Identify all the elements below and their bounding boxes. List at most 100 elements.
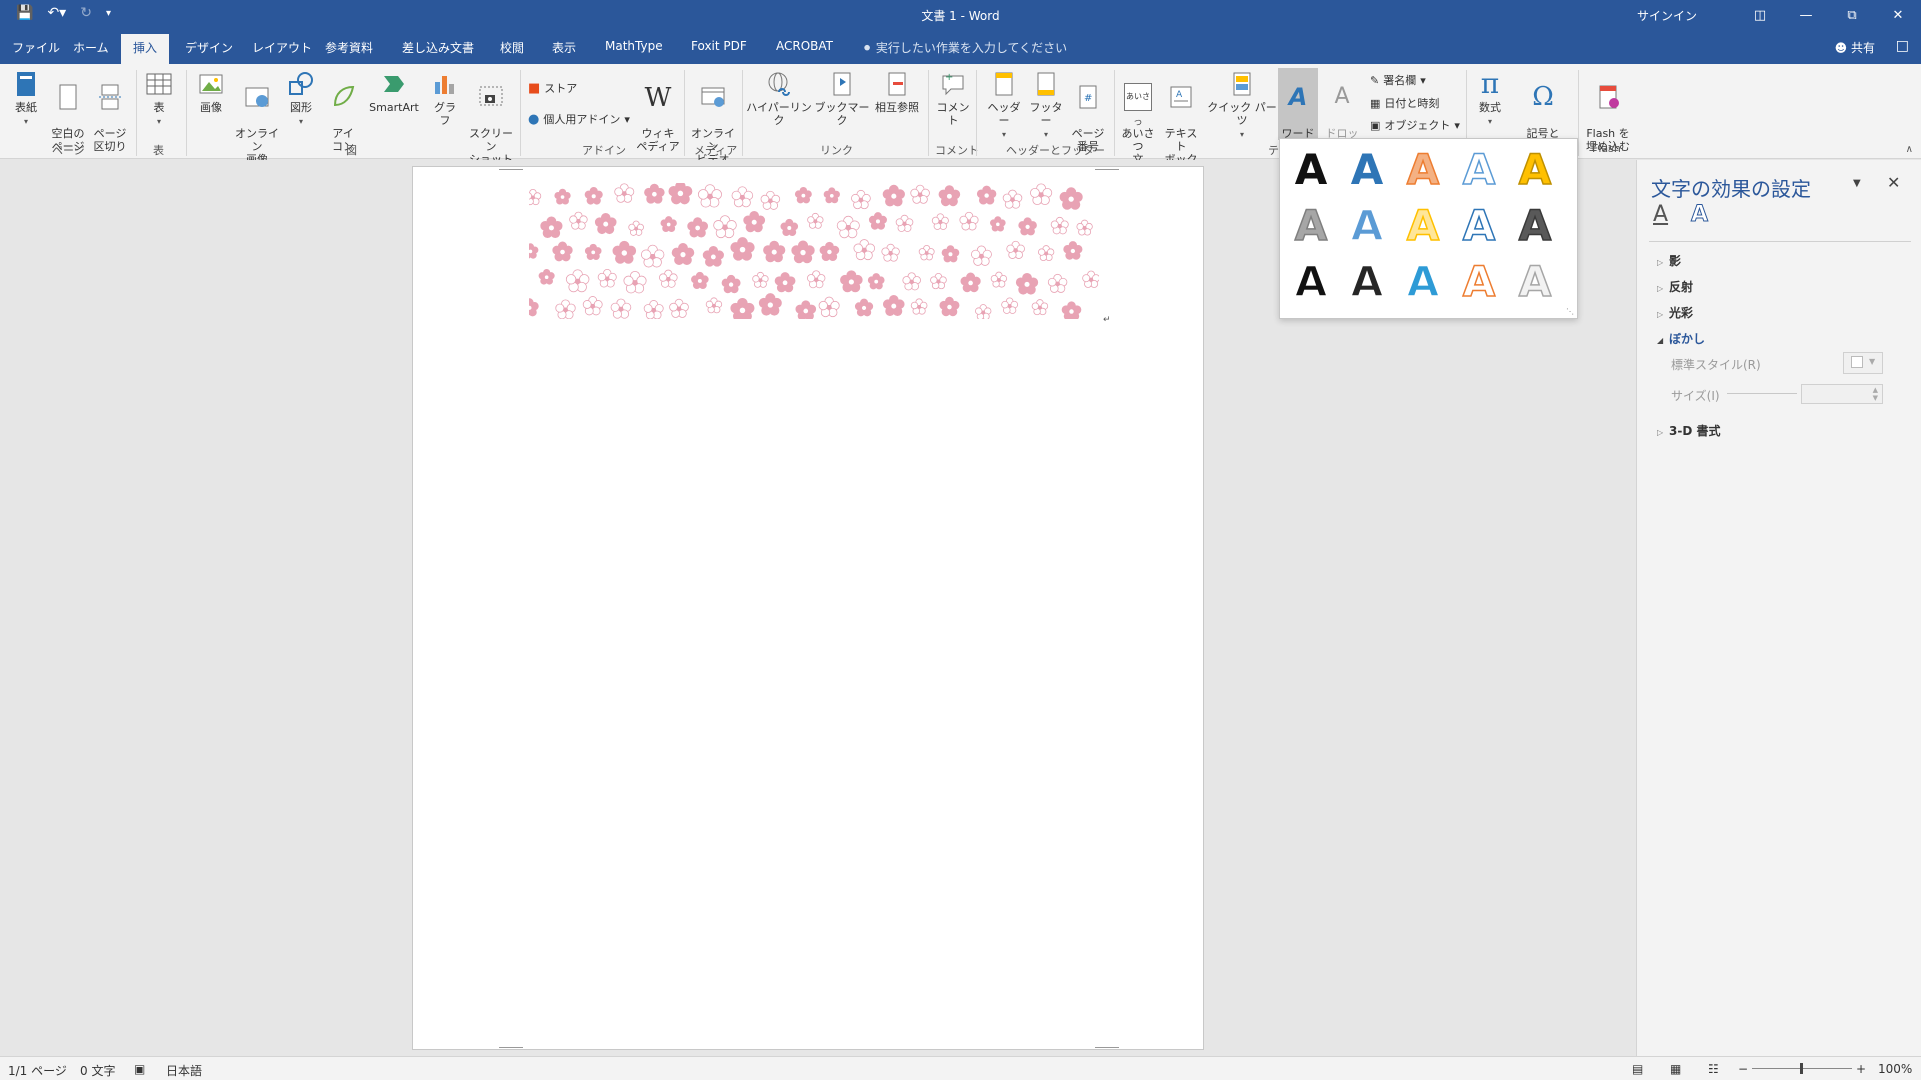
status-bar: 1/1 ページ 0 文字 ▣ 日本語 ▤ ▦ ☷ − + 100% — [0, 1056, 1921, 1080]
my-addins-icon: ● — [528, 111, 540, 127]
tell-me-box[interactable]: ⚫ 実行したい作業を入力してください — [862, 39, 1067, 56]
size-slider[interactable] — [1727, 393, 1797, 394]
read-mode-icon[interactable]: ▤ — [1632, 1062, 1643, 1076]
wordart-style-5[interactable]: A — [1510, 144, 1560, 195]
tab-design[interactable]: デザイン — [185, 39, 233, 56]
collapse-ribbon-icon[interactable]: ∧ — [1906, 144, 1913, 155]
wordart-style-8[interactable]: A — [1398, 200, 1448, 251]
page-number-button[interactable]: # ページ 番号 — [1068, 70, 1108, 153]
header-button[interactable]: ヘッダー ▾ — [984, 70, 1024, 141]
wordart-gallery[interactable]: ⋱ AAAAAAAAAAAAAAA — [1279, 138, 1578, 319]
picture-button[interactable]: 画像 — [196, 70, 226, 114]
wordart-style-3[interactable]: A — [1398, 144, 1448, 195]
wordart-style-4[interactable]: A — [1454, 144, 1504, 195]
tab-layout[interactable]: レイアウト — [252, 39, 312, 56]
pane-options-icon[interactable]: ▼ — [1853, 178, 1861, 189]
tab-review[interactable]: 校閲 — [500, 39, 524, 56]
minimize-icon[interactable]: — — [1783, 8, 1829, 23]
tab-insert[interactable]: 挿入 — [121, 34, 170, 64]
text-fill-outline-tab-icon[interactable]: A — [1653, 202, 1668, 227]
online-picture-button[interactable]: オンライン 画像 — [234, 70, 280, 166]
section-glow[interactable]: ▷ 光彩 — [1657, 304, 1693, 321]
page-break-button[interactable]: ページ 区切り — [90, 70, 130, 153]
quick-parts-button[interactable]: クイック パーツ ▾ — [1206, 70, 1278, 141]
wikipedia-button[interactable]: W ウィキ ペディア — [636, 70, 680, 153]
cover-page-button[interactable]: 表紙 ▾ — [10, 70, 42, 128]
table-button[interactable]: 表 ▾ — [142, 70, 176, 128]
icons-button[interactable]: アイ コン — [328, 70, 358, 153]
wordart-style-10[interactable]: A — [1510, 200, 1560, 251]
dropcap-icon: A — [1334, 84, 1350, 109]
section-reflection[interactable]: ▷ 反射 — [1657, 278, 1693, 295]
screenshot-button[interactable]: スクリーン ショット — [466, 70, 516, 166]
preset-dropdown[interactable]: ▼ — [1843, 352, 1883, 374]
tab-mathtype[interactable]: MathType — [605, 39, 663, 53]
document-page[interactable]: ↵ — [412, 166, 1204, 1050]
shapes-button[interactable]: 図形 ▾ — [286, 70, 316, 128]
bookmark-button[interactable]: ブックマーク — [814, 70, 870, 127]
tab-acrobat[interactable]: ACROBAT — [776, 39, 833, 53]
close-icon[interactable]: ✕ — [1875, 8, 1921, 23]
tab-view[interactable]: 表示 — [552, 39, 576, 56]
date-time-button[interactable]: ▦ 日付と時刻 — [1370, 95, 1439, 111]
size-spinner[interactable]: ▲ ▼ — [1801, 384, 1883, 404]
page-count[interactable]: 1/1 ページ — [8, 1062, 67, 1079]
new-comment-button[interactable]: + コメント — [934, 70, 972, 127]
zoom-thumb[interactable] — [1800, 1063, 1803, 1074]
wordart-style-15[interactable]: A — [1510, 256, 1560, 307]
greeting-button[interactable]: あいさつ あいさつ 文 — [1118, 70, 1158, 166]
print-layout-icon[interactable]: ▦ — [1670, 1062, 1681, 1076]
group-label-addins: アドイン — [582, 144, 626, 157]
wordart-style-7[interactable]: A — [1342, 200, 1392, 251]
expand-icon: ▷ — [1657, 258, 1664, 267]
tab-home[interactable]: ホーム — [73, 39, 109, 56]
web-layout-icon[interactable]: ☷ — [1708, 1062, 1719, 1076]
zoom-in-icon[interactable]: + — [1856, 1062, 1866, 1076]
wordart-style-11[interactable]: A — [1286, 256, 1336, 307]
tab-mailings[interactable]: 差し込み文書 — [402, 39, 474, 56]
zoom-out-icon[interactable]: − — [1738, 1062, 1748, 1076]
section-3d-format[interactable]: ▷ 3-D 書式 — [1657, 422, 1720, 439]
chart-button[interactable]: グラフ — [430, 70, 460, 127]
wordart-style-9[interactable]: A — [1454, 200, 1504, 251]
ribbon-display-options-icon[interactable]: ◫ — [1737, 8, 1783, 23]
section-soft-edges[interactable]: ◢ ぼかし — [1657, 330, 1705, 347]
resize-grip-icon[interactable]: ⋱ — [1566, 307, 1574, 316]
pane-close-icon[interactable]: ✕ — [1887, 173, 1900, 192]
language-indicator[interactable]: 日本語 — [166, 1062, 202, 1079]
smartart-button[interactable]: SmartArt — [366, 70, 422, 114]
signature-line-button[interactable]: ✎ 署名欄 ▾ — [1370, 72, 1426, 88]
sakura-pattern-image[interactable] — [529, 183, 1099, 319]
my-addins-button[interactable]: ● 個人用アドイン ▾ — [528, 111, 630, 127]
text-effects-tab-icon[interactable]: A — [1690, 202, 1708, 228]
section-shadow[interactable]: ▷ 影 — [1657, 252, 1681, 269]
group-label-pages: ページ — [52, 144, 85, 157]
tab-file[interactable]: ファイル — [12, 39, 60, 56]
wordart-style-13[interactable]: A — [1398, 256, 1448, 307]
proofing-icon[interactable]: ▣ — [134, 1062, 145, 1076]
share-button[interactable]: ☻ 共有 — [1835, 39, 1875, 56]
object-button[interactable]: ▣ オブジェクト ▾ — [1370, 117, 1460, 133]
wordart-style-2[interactable]: A — [1342, 145, 1392, 195]
restore-icon[interactable]: ⧉ — [1829, 8, 1875, 23]
tab-references[interactable]: 参考資料 — [325, 39, 373, 56]
comments-icon[interactable]: □ — [1896, 38, 1909, 54]
wordart-style-12[interactable]: A — [1342, 256, 1392, 307]
zoom-level[interactable]: 100% — [1878, 1062, 1912, 1076]
hyperlink-button[interactable]: ハイパーリンク — [746, 70, 812, 127]
cross-reference-button[interactable]: 相互参照 — [872, 70, 922, 114]
store-button[interactable]: ■ ストア — [528, 80, 577, 96]
word-count[interactable]: 0 文字 — [80, 1062, 115, 1079]
tab-foxit-pdf[interactable]: Foxit PDF — [691, 39, 747, 53]
wordart-style-6[interactable]: A — [1286, 200, 1336, 251]
wordart-button[interactable]: A ワード アート — [1278, 68, 1318, 153]
blank-page-button[interactable]: 空白の ページ — [48, 70, 88, 153]
signin-link[interactable]: サインイン — [1637, 7, 1697, 24]
embed-flash-button[interactable]: Flash を 埋め込む — [1584, 70, 1632, 153]
ribbon: 表紙▾ 空白の ページ ページ 区切り ページ 表▾ 表 画像 オンライン 画像… — [0, 64, 1921, 179]
wordart-style-1[interactable]: A — [1286, 145, 1336, 195]
footer-button[interactable]: フッター ▾ — [1026, 70, 1066, 141]
pi-icon: π — [1480, 67, 1500, 100]
equation-button[interactable]: π 数式 ▾ — [1472, 70, 1508, 128]
wordart-style-14[interactable]: A — [1454, 256, 1504, 307]
